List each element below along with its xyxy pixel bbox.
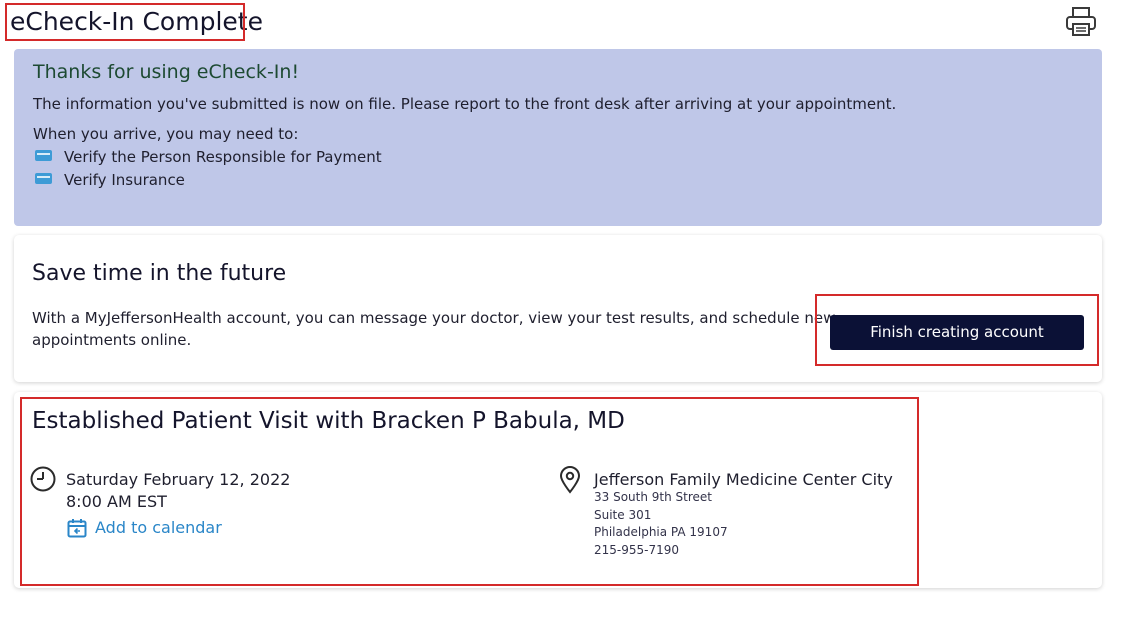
visit-highlight-box: [20, 397, 919, 586]
banner-heading: Thanks for using eCheck-In!: [33, 61, 300, 83]
banner-intro: When you arrive, you may need to:: [33, 125, 299, 143]
account-card-heading: Save time in the future: [32, 261, 287, 286]
account-card-text-line2: appointments online.: [32, 331, 192, 349]
credit-card-icon: [35, 150, 52, 161]
button-highlight-box: [815, 294, 1099, 366]
banner-item-payment: Verify the Person Responsible for Paymen…: [64, 148, 382, 166]
banner-item-insurance: Verify Insurance: [64, 171, 185, 189]
title-highlight-box: [5, 3, 245, 41]
banner-message: The information you've submitted is now …: [33, 95, 897, 113]
confirmation-banner: Thanks for using eCheck-In! The informat…: [14, 49, 1102, 226]
printer-icon[interactable]: [1064, 6, 1098, 38]
credit-card-icon: [35, 173, 52, 184]
account-card-text-line1: With a MyJeffersonHealth account, you ca…: [32, 309, 836, 327]
